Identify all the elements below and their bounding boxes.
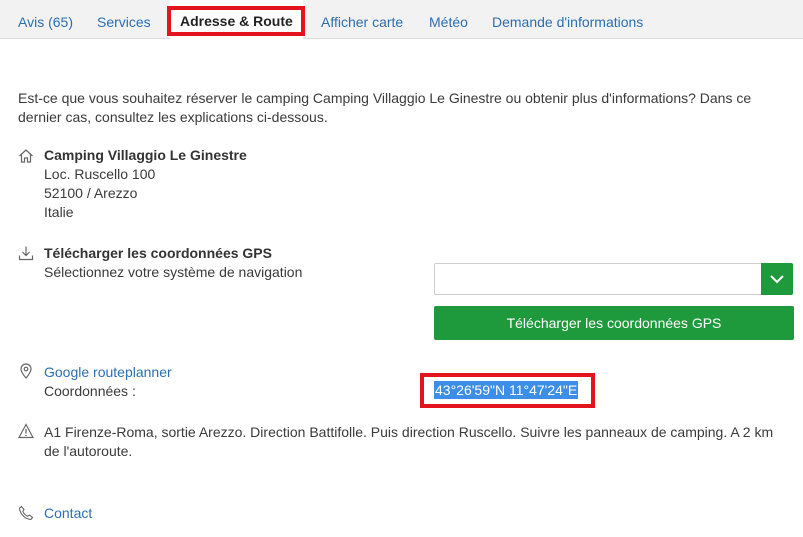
- coordinates-value[interactable]: 43°26'59"N 11°47'24"E: [434, 381, 579, 399]
- tab-address-route[interactable]: Adresse & Route: [170, 0, 303, 39]
- phone-icon: [18, 505, 34, 521]
- intro-text: Est-ce que vous souhaitez réserver le ca…: [18, 90, 752, 125]
- home-icon: [19, 149, 33, 163]
- tab-bar: Avis (65) Services Adresse & Route Affic…: [0, 0, 803, 39]
- download-icon: [18, 246, 34, 261]
- location-pin-icon: [20, 363, 32, 379]
- tab-information-request[interactable]: Demande d'informations: [492, 0, 643, 38]
- camping-name: Camping Villaggio Le Ginestre: [44, 147, 247, 163]
- coordinates-label: Coordonnées :: [44, 383, 136, 399]
- download-gps-button[interactable]: Télécharger les coordonnées GPS: [434, 306, 794, 340]
- tab-show-map[interactable]: Afficher carte: [321, 0, 403, 38]
- address-city: 52100 / Arezzo: [44, 185, 138, 201]
- navigation-system-select[interactable]: [434, 263, 793, 295]
- tab-services[interactable]: Services: [97, 0, 151, 38]
- tab-weather[interactable]: Météo: [429, 0, 468, 38]
- address-street: Loc. Ruscello 100: [44, 166, 156, 182]
- chevron-down-icon: [770, 275, 784, 284]
- tab-reviews[interactable]: Avis (65): [18, 0, 73, 38]
- google-routeplanner-link[interactable]: Google routeplanner: [44, 363, 172, 382]
- directions-text: A1 Firenze-Roma, sortie Arezzo. Directio…: [44, 424, 774, 459]
- warning-icon: [18, 423, 34, 439]
- address-country: Italie: [44, 204, 74, 220]
- gps-subtitle: Sélectionnez votre système de navigation: [44, 264, 303, 280]
- gps-title: Télécharger les coordonnées GPS: [44, 245, 272, 261]
- contact-link[interactable]: Contact: [44, 504, 92, 523]
- select-dropdown-button[interactable]: [761, 263, 793, 295]
